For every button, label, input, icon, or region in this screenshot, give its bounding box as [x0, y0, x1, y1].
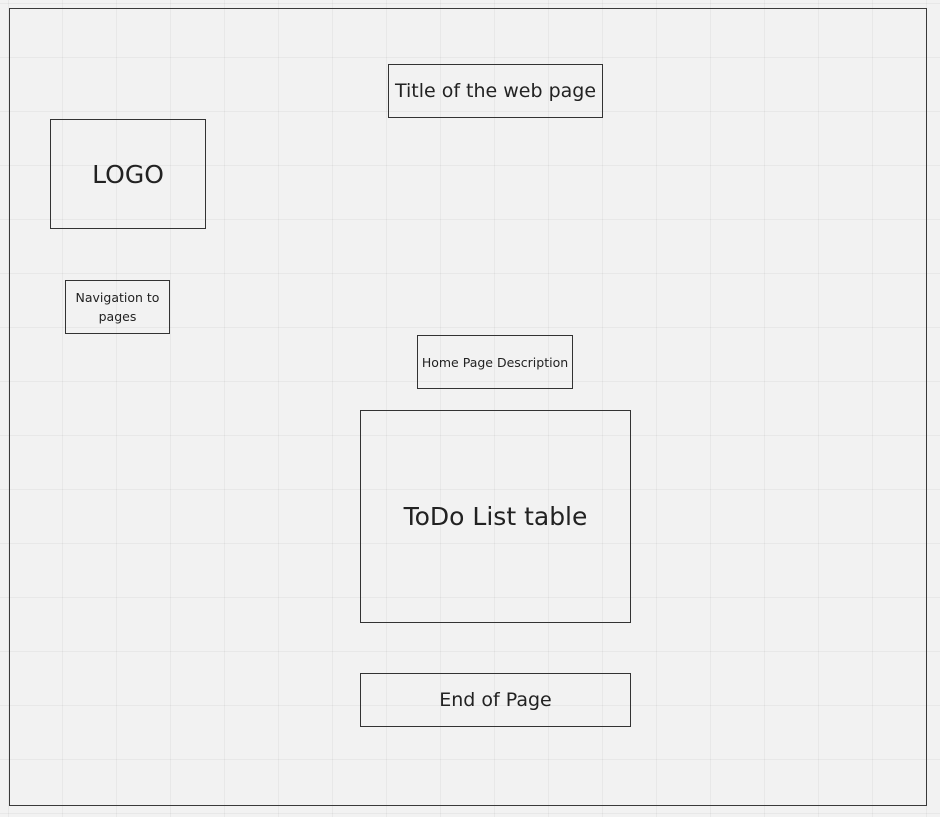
title-placeholder-label: Title of the web page: [394, 80, 597, 102]
navigation-placeholder-label: Navigation to pages: [75, 290, 160, 324]
description-placeholder-label: Home Page Description: [421, 354, 569, 370]
title-placeholder-box: Title of the web page: [388, 64, 603, 118]
todo-table-placeholder-box: ToDo List table: [360, 410, 631, 623]
footer-placeholder-box: End of Page: [360, 673, 631, 727]
navigation-placeholder-box: Navigation to pages: [65, 280, 170, 334]
footer-placeholder-label: End of Page: [439, 689, 552, 711]
description-placeholder-box: Home Page Description: [417, 335, 573, 389]
todo-table-placeholder-label: ToDo List table: [403, 502, 588, 531]
logo-placeholder-box: LOGO: [50, 119, 206, 229]
logo-placeholder-label: LOGO: [92, 159, 164, 189]
